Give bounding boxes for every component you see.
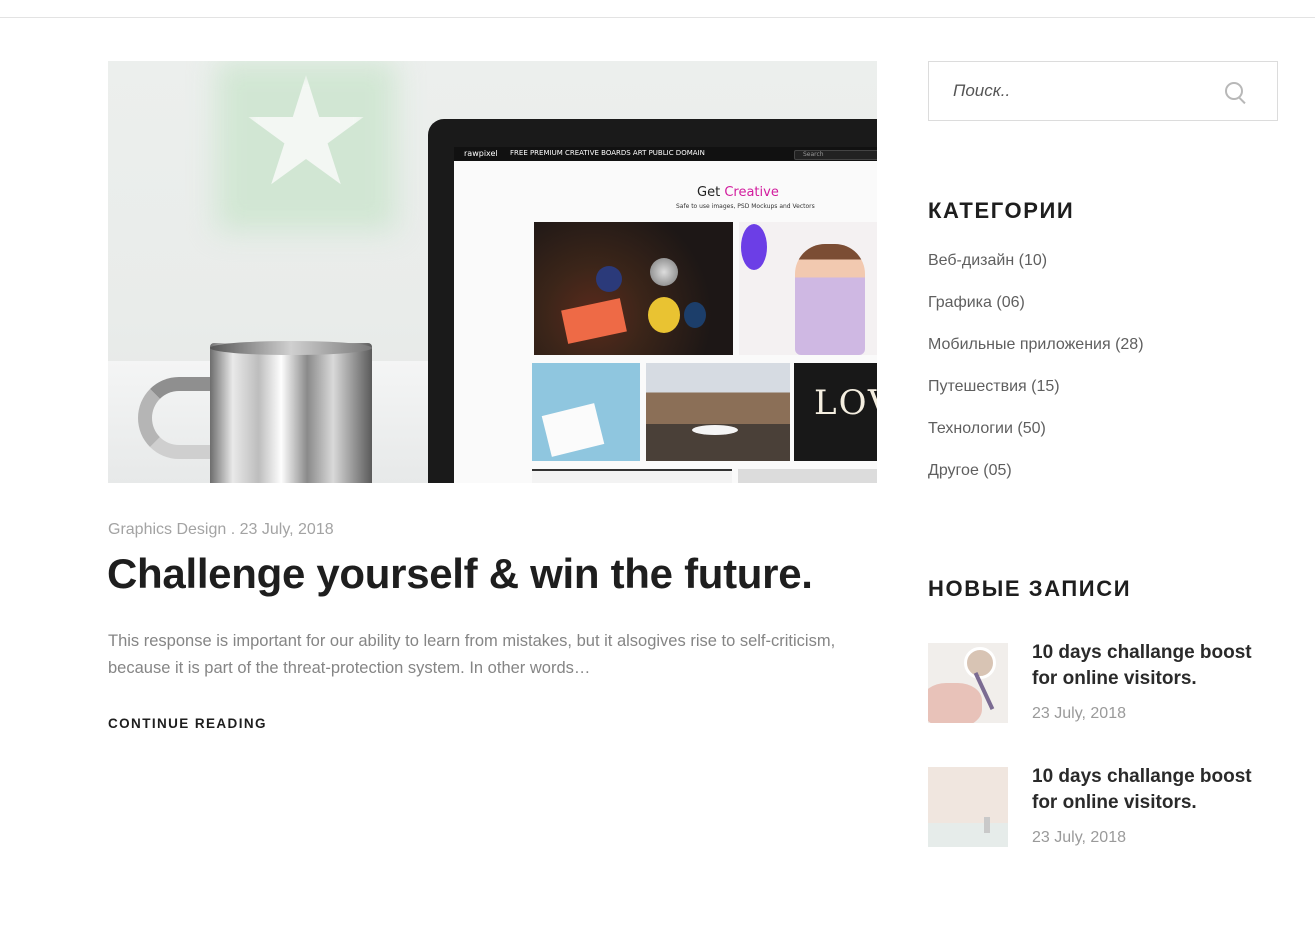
- recent-post-title[interactable]: 10 days challange boost for online visit…: [1032, 640, 1272, 692]
- photo-party: [534, 222, 733, 355]
- recent-post-thumbnail[interactable]: [928, 767, 1008, 847]
- continue-reading-link[interactable]: CONTINUE READING: [108, 716, 267, 731]
- post-featured-image[interactable]: rawpixel FREE PREMIUM CREATIVE BOARDS AR…: [108, 61, 877, 483]
- post-meta: Graphics Design . 23 July, 2018: [108, 521, 334, 539]
- screen-brand: rawpixel: [464, 149, 498, 158]
- screen-heading: Get Creative: [697, 185, 779, 200]
- recent-post-date: 23 July, 2018: [1032, 829, 1126, 846]
- screen-subheading: Safe to use images, PSD Mockups and Vect…: [676, 203, 815, 210]
- recent-post-thumbnail[interactable]: [928, 643, 1008, 723]
- recent-posts-title: НОВЫЕ ЗАПИСИ: [928, 576, 1132, 601]
- photo-sparkler: LOV: [794, 363, 877, 461]
- photo-rooftop: [646, 363, 790, 461]
- categories-list: Веб-дизайн (10) Графика (06) Мобильные п…: [928, 251, 1144, 503]
- post-title[interactable]: Challenge yourself & win the future.: [107, 550, 813, 598]
- category-item[interactable]: Графика (06): [928, 293, 1144, 335]
- screen-search: Search: [794, 150, 877, 160]
- photo-strip: [532, 469, 732, 483]
- meta-separator: .: [226, 521, 240, 538]
- search-input[interactable]: [953, 62, 1213, 120]
- post-date: 23 July, 2018: [239, 521, 334, 538]
- photo-note: [532, 363, 640, 461]
- photo-girl: [739, 222, 877, 355]
- photo-strip: [738, 469, 877, 483]
- category-item[interactable]: Технологии (50): [928, 419, 1144, 461]
- search-form: [928, 61, 1278, 121]
- laptop-screen: rawpixel FREE PREMIUM CREATIVE BOARDS AR…: [454, 147, 877, 483]
- recent-post: 10 days challange boost for online visit…: [928, 764, 1278, 849]
- post-category[interactable]: Graphics Design: [108, 521, 226, 538]
- post-excerpt: This response is important for our abili…: [108, 632, 836, 677]
- category-item[interactable]: Мобильные приложения (28): [928, 335, 1144, 377]
- search-icon[interactable]: [1225, 82, 1247, 105]
- mug: [210, 343, 372, 483]
- screen-navbar: rawpixel FREE PREMIUM CREATIVE BOARDS AR…: [454, 147, 877, 161]
- categories-title: КАТЕГОРИИ: [928, 198, 1075, 223]
- category-item[interactable]: Другое (05): [928, 461, 1144, 503]
- header-divider: [0, 17, 1315, 18]
- screen-nav: FREE PREMIUM CREATIVE BOARDS ART PUBLIC …: [510, 149, 705, 157]
- mug-rim: [210, 341, 372, 355]
- category-item[interactable]: Путешествия (15): [928, 377, 1144, 419]
- recent-post-date: 23 July, 2018: [1032, 705, 1126, 722]
- category-item[interactable]: Веб-дизайн (10): [928, 251, 1144, 293]
- recent-post-title[interactable]: 10 days challange boost for online visit…: [1032, 764, 1272, 816]
- recent-post: 10 days challange boost for online visit…: [928, 640, 1278, 725]
